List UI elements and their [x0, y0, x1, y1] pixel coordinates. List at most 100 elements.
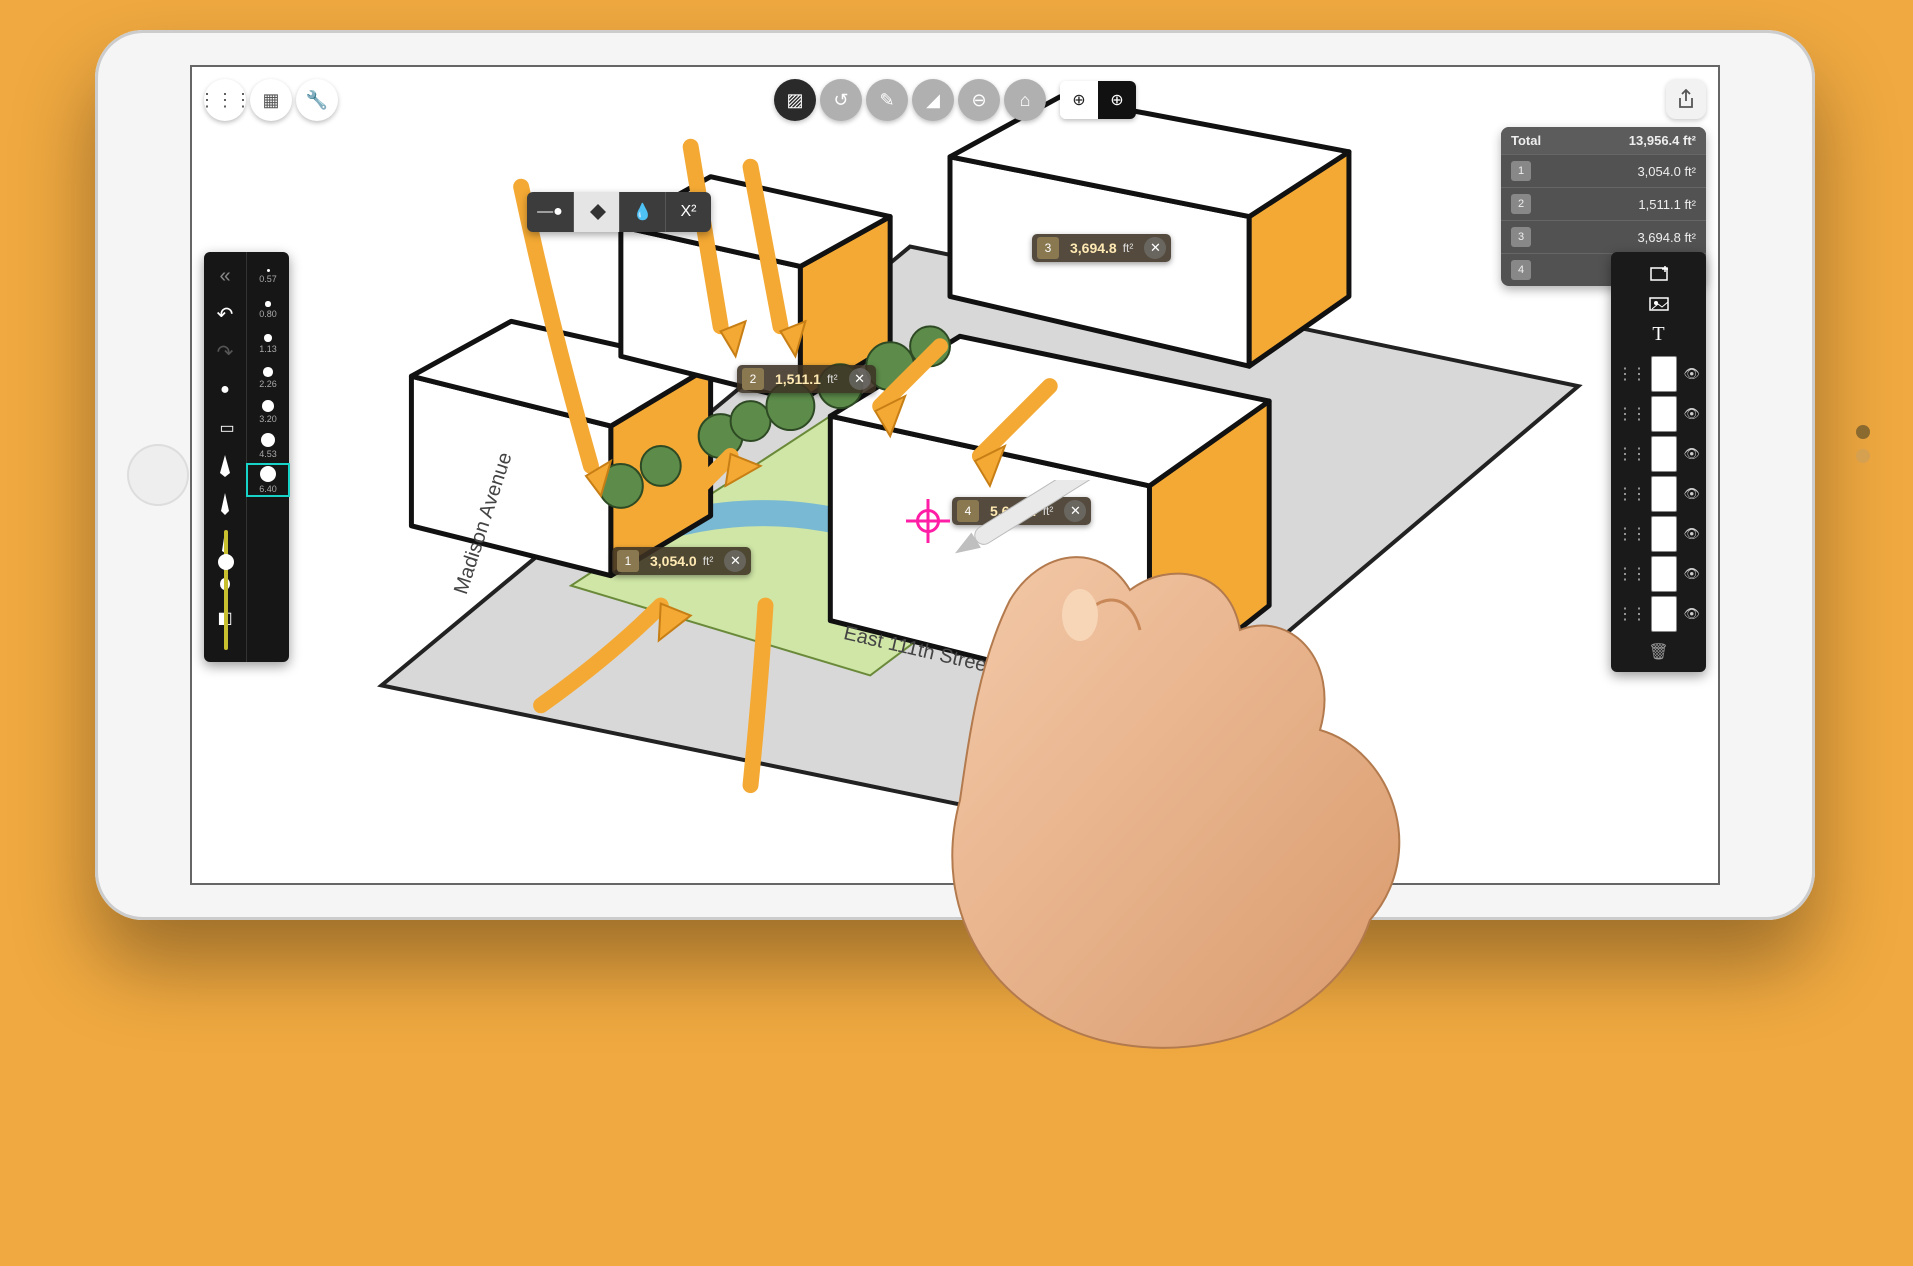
- close-icon[interactable]: ✕: [849, 368, 871, 390]
- layer-thumbnail[interactable]: [1651, 556, 1677, 592]
- area-row-num: 1: [1511, 161, 1531, 181]
- layer-thumbnail[interactable]: [1651, 476, 1677, 512]
- layer-row[interactable]: ⋮⋮ 👁: [1611, 514, 1706, 554]
- mode-power-button[interactable]: X²: [665, 192, 711, 232]
- layer-row[interactable]: ⋮⋮ 👁: [1611, 594, 1706, 634]
- brush-size-3.20[interactable]: 3.20: [247, 396, 289, 428]
- brush-marker-button[interactable]: [211, 452, 239, 480]
- layer-drag-handle-icon[interactable]: ⋮⋮: [1617, 484, 1645, 504]
- close-icon[interactable]: ✕: [724, 550, 746, 572]
- settings-wrench-button[interactable]: 🔧: [296, 79, 338, 121]
- shape-tool-button[interactable]: ◢: [912, 79, 954, 121]
- layers-head: T: [1611, 252, 1706, 354]
- area-total-label: Total: [1511, 133, 1541, 148]
- brush-size-6.40[interactable]: 6.40: [247, 464, 289, 496]
- share-button[interactable]: [1666, 79, 1706, 119]
- home-button[interactable]: [127, 444, 189, 506]
- brush-size-label: 0.80: [259, 309, 277, 319]
- layer-drag-handle-icon[interactable]: ⋮⋮: [1617, 404, 1645, 424]
- measurement-tag-3[interactable]: 3 3,694.8 ft² ✕: [1032, 234, 1171, 262]
- measurement-unit: ft²: [703, 554, 720, 568]
- area-row-2[interactable]: 2 1,511.1 ft²: [1501, 187, 1706, 220]
- add-image-layer-button[interactable]: [1644, 292, 1674, 316]
- brush-pen-button[interactable]: [211, 490, 239, 518]
- layer-row[interactable]: ⋮⋮ 👁: [1611, 474, 1706, 514]
- area-row-num: 4: [1511, 260, 1531, 280]
- measurement-unit: ft²: [1043, 504, 1060, 518]
- mode-droplet-button[interactable]: 💧: [619, 192, 665, 232]
- layer-row[interactable]: ⋮⋮ 👁: [1611, 554, 1706, 594]
- measurement-unit: ft²: [1123, 241, 1140, 255]
- app-screen: Madison Avenue East 111th Street ⋮⋮⋮ ▦ 🔧…: [190, 65, 1720, 885]
- brush-size-1.13[interactable]: 1.13: [247, 328, 289, 360]
- brush-tools-column: « ↶ ↷ ● ▭ ◧: [204, 252, 246, 662]
- mode-line-button[interactable]: —●: [527, 192, 573, 232]
- home-tool-button[interactable]: ⌂: [1004, 79, 1046, 121]
- layer-row[interactable]: ⋮⋮ 👁: [1611, 434, 1706, 474]
- mode-bucket-button[interactable]: [573, 192, 619, 232]
- layer-drag-handle-icon[interactable]: ⋮⋮: [1617, 564, 1645, 584]
- area-row-num: 3: [1511, 227, 1531, 247]
- brush-size-0.80[interactable]: 0.80: [247, 294, 289, 326]
- undo-button[interactable]: ↶: [211, 300, 239, 328]
- layer-visibility-icon[interactable]: 👁: [1683, 366, 1700, 382]
- brush-size-2.26[interactable]: 2.26: [247, 362, 289, 394]
- measurement-num: 3: [1037, 237, 1059, 259]
- redo-button[interactable]: ↷: [211, 338, 239, 366]
- close-icon[interactable]: ✕: [1064, 500, 1086, 522]
- close-icon[interactable]: ✕: [1144, 237, 1166, 259]
- measurement-num: 2: [742, 368, 764, 390]
- measurement-tag-2[interactable]: 2 1,511.1 ft² ✕: [737, 365, 876, 393]
- brush-size-4.53[interactable]: 4.53: [247, 430, 289, 462]
- layer-drag-handle-icon[interactable]: ⋮⋮: [1617, 364, 1645, 384]
- area-row-1[interactable]: 1 3,054.0 ft²: [1501, 154, 1706, 187]
- brush-flat-button[interactable]: ▭: [211, 414, 239, 442]
- delete-layer-button[interactable]: 🗑: [1611, 634, 1706, 662]
- measurement-value: 3,054.0: [644, 553, 703, 569]
- hatch-tool-button[interactable]: ▨: [774, 79, 816, 121]
- add-text-layer-button[interactable]: T: [1644, 322, 1674, 346]
- layer-thumbnail[interactable]: [1651, 596, 1677, 632]
- brush-size-label: 0.57: [259, 274, 277, 284]
- grid-dots-button[interactable]: ⋮⋮⋮: [204, 79, 246, 121]
- snap-toggle[interactable]: ⊕ ⊕: [1060, 81, 1136, 119]
- snap-grid-icon: ⊕: [1098, 81, 1136, 119]
- layer-row[interactable]: ⋮⋮ 👁: [1611, 394, 1706, 434]
- layer-thumbnail[interactable]: [1651, 396, 1677, 432]
- brush-round-button[interactable]: ●: [211, 376, 239, 404]
- layer-visibility-icon[interactable]: 👁: [1683, 486, 1700, 502]
- measurement-tag-4[interactable]: 4 5,696.4 ft² ✕: [952, 497, 1091, 525]
- top-left-toolbar: ⋮⋮⋮ ▦ 🔧: [204, 79, 338, 121]
- layer-drag-handle-icon[interactable]: ⋮⋮: [1617, 444, 1645, 464]
- add-layer-button[interactable]: [1644, 262, 1674, 286]
- pencil-tool-button[interactable]: ✎: [866, 79, 908, 121]
- brush-panel: « ↶ ↷ ● ▭ ◧ 0.57 0.80 1.132.263.204.536.40: [204, 252, 289, 662]
- layer-visibility-icon[interactable]: 👁: [1683, 526, 1700, 542]
- layer-thumbnail[interactable]: [1651, 516, 1677, 552]
- subtract-tool-button[interactable]: ⊖: [958, 79, 1000, 121]
- panel-collapse-button[interactable]: «: [211, 262, 239, 290]
- layer-thumbnail[interactable]: [1651, 436, 1677, 472]
- layer-visibility-icon[interactable]: 👁: [1683, 446, 1700, 462]
- layer-thumbnail[interactable]: [1651, 356, 1677, 392]
- layer-visibility-icon[interactable]: 👁: [1683, 406, 1700, 422]
- area-total-row: Total 13,956.4 ft²: [1501, 127, 1706, 154]
- area-row-3[interactable]: 3 3,694.8 ft²: [1501, 220, 1706, 253]
- measurement-tag-1[interactable]: 1 3,054.0 ft² ✕: [612, 547, 751, 575]
- layer-visibility-icon[interactable]: 👁: [1683, 606, 1700, 622]
- layer-drag-handle-icon[interactable]: ⋮⋮: [1617, 524, 1645, 544]
- measurement-unit: ft²: [827, 372, 844, 386]
- brush-size-0.57[interactable]: 0.57: [247, 260, 289, 292]
- layers-panel: T ⋮⋮ 👁 ⋮⋮ 👁 ⋮⋮ 👁 ⋮⋮ 👁 ⋮⋮ 👁 ⋮⋮ 👁 ⋮⋮ 👁 🗑: [1611, 252, 1706, 672]
- layer-row[interactable]: ⋮⋮ 👁: [1611, 354, 1706, 394]
- area-row-val: 3,054.0 ft²: [1637, 164, 1696, 179]
- area-row-num: 2: [1511, 194, 1531, 214]
- history-tool-button[interactable]: ↺: [820, 79, 862, 121]
- layer-drag-handle-icon[interactable]: ⋮⋮: [1617, 604, 1645, 624]
- apps-grid-button[interactable]: ▦: [250, 79, 292, 121]
- layer-visibility-icon[interactable]: 👁: [1683, 566, 1700, 582]
- drawing-canvas[interactable]: [192, 67, 1718, 885]
- opacity-slider-track[interactable]: [224, 530, 228, 650]
- opacity-slider-thumb[interactable]: [218, 554, 234, 570]
- fill-mode-pill: —● 💧 X²: [527, 192, 711, 232]
